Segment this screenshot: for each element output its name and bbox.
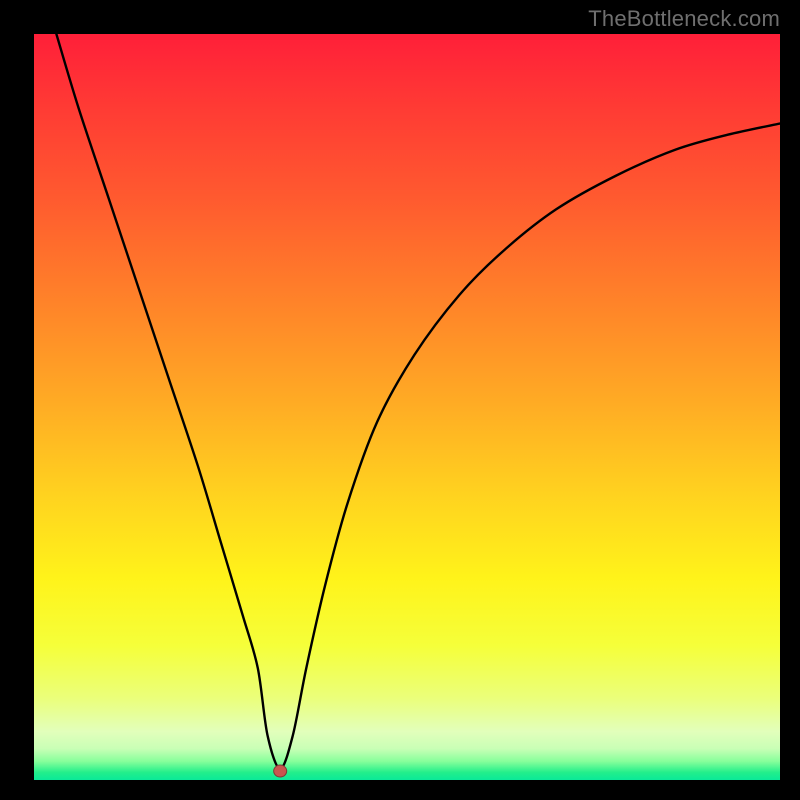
plot-area bbox=[34, 34, 780, 780]
chart-frame: TheBottleneck.com bbox=[0, 0, 800, 800]
optimal-point-marker bbox=[274, 765, 287, 777]
bottleneck-curve bbox=[56, 34, 780, 769]
watermark-text: TheBottleneck.com bbox=[588, 6, 780, 32]
curve-layer bbox=[34, 34, 780, 780]
